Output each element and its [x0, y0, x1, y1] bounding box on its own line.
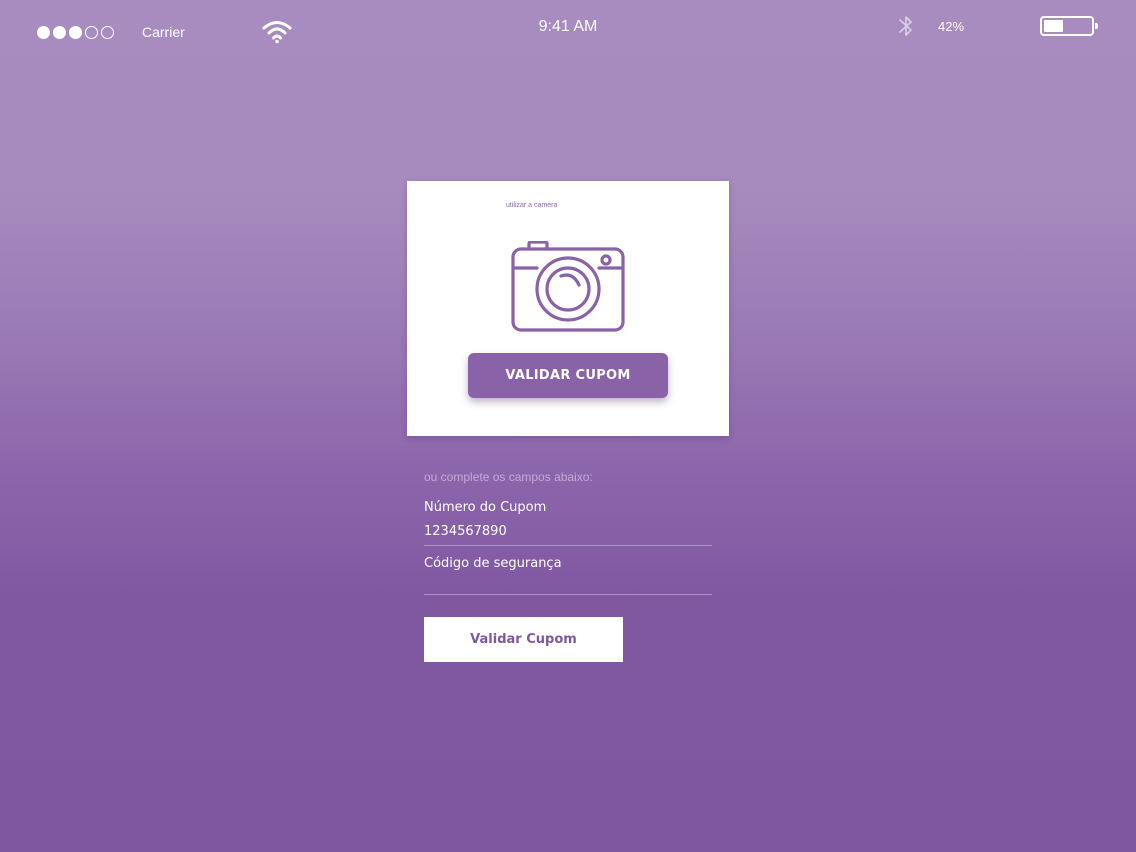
camera-caption: utilizar a camera [506, 202, 558, 209]
battery-level-fill [1044, 20, 1063, 32]
battery-percentage: 42% [938, 19, 965, 34]
battery-icon [1040, 16, 1098, 36]
coupon-number-underline [424, 545, 712, 546]
coupon-number-label: Número do Cupom [424, 500, 547, 515]
security-code-label: Código de segurança [424, 556, 562, 571]
camera-scan-card: utilizar a camera VALIDAR CUPOM [407, 181, 729, 436]
security-code-input[interactable] [424, 572, 712, 592]
security-code-underline [424, 594, 712, 595]
camera-icon[interactable] [511, 241, 625, 333]
battery-nub [1095, 23, 1098, 29]
coupon-number-input[interactable]: 1234567890 [424, 522, 712, 542]
validate-coupon-camera-button[interactable]: VALIDAR CUPOM [468, 353, 668, 398]
status-bar: Carrier 9:41 AM 42% [0, 0, 1136, 54]
bluetooth-icon [899, 16, 912, 36]
form-hint: ou complete os campos abaixo: [424, 470, 593, 484]
validate-coupon-button[interactable]: Validar Cupom [424, 617, 623, 662]
status-time: 9:41 AM [538, 18, 598, 35]
